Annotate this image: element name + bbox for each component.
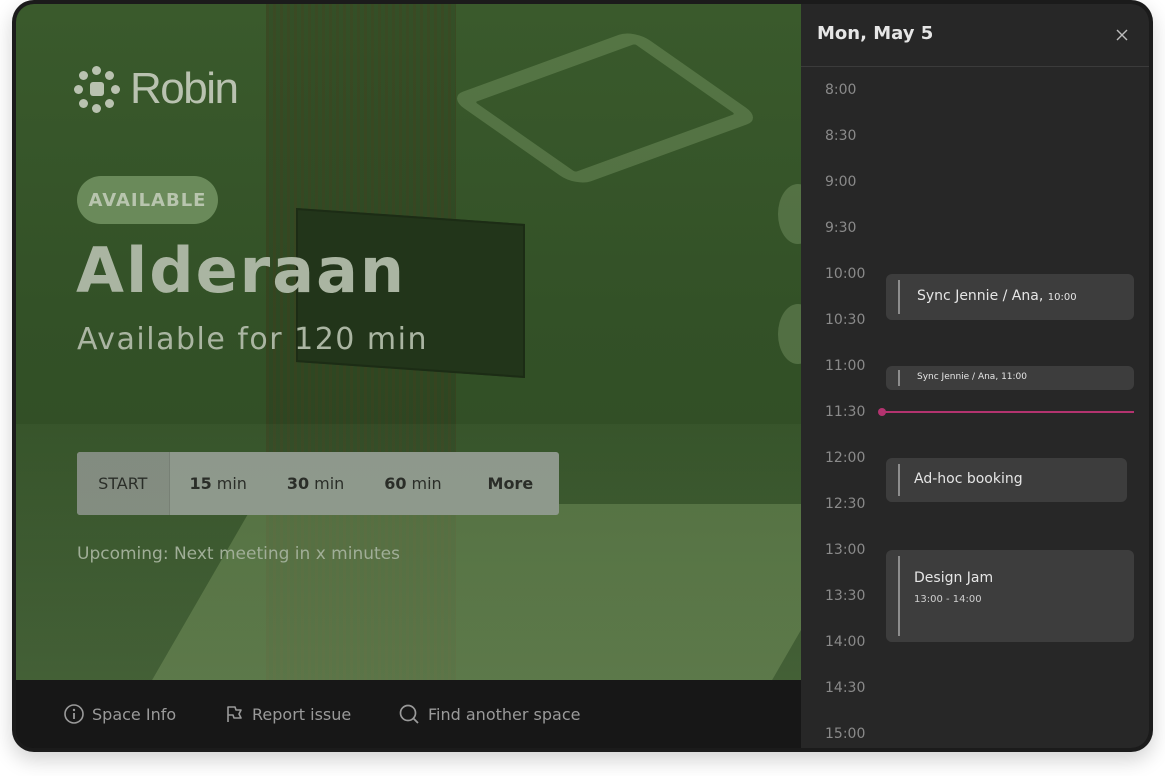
duration-value: 15: [189, 474, 212, 493]
event-time: 10:00: [1047, 292, 1077, 303]
more-button[interactable]: More: [462, 474, 559, 493]
find-space-button[interactable]: Find another space: [398, 680, 580, 748]
book-15-min-button[interactable]: 15 min: [170, 474, 267, 493]
event-time: 13:00 - 14:00: [914, 594, 982, 605]
footer-bar: Space Info Report issue Find another spa…: [16, 680, 801, 748]
time-label: 14:30: [825, 680, 866, 696]
room-name: Alderaan: [76, 234, 407, 307]
space-info-label: Space Info: [92, 704, 177, 724]
start-button[interactable]: START: [77, 452, 170, 515]
time-label: 11:00: [825, 358, 866, 374]
book-30-min-button[interactable]: 30 min: [267, 474, 364, 493]
book-60-min-button[interactable]: 60 min: [364, 474, 461, 493]
time-label: 12:00: [825, 450, 866, 466]
time-label: 10:00: [825, 266, 866, 282]
current-time-indicator: [881, 411, 1134, 413]
duration-unit: min: [314, 474, 345, 493]
time-label: 12:30: [825, 496, 866, 512]
schedule-header: Mon, May 5: [801, 4, 1149, 67]
status-badge: AVAILABLE: [77, 176, 218, 224]
event-title: Sync Jennie / Ana,: [917, 372, 999, 382]
device-frame: Robin AVAILABLE Alderaan Available for 1…: [12, 0, 1153, 752]
info-icon: [64, 704, 84, 724]
report-issue-label: Report issue: [252, 704, 352, 724]
background-table: [138, 504, 801, 680]
calendar-event[interactable]: Sync Jennie / Ana, 10:00: [886, 274, 1134, 320]
time-label: 14:00: [825, 634, 866, 650]
report-issue-button[interactable]: Report issue: [224, 680, 351, 748]
calendar-event[interactable]: Ad-hoc booking: [886, 458, 1127, 502]
time-label: 11:30: [825, 404, 866, 420]
event-time: 11:00: [1001, 372, 1027, 382]
time-label: 9:00: [825, 174, 857, 190]
time-label: 13:30: [825, 588, 866, 604]
duration-unit: min: [411, 474, 442, 493]
time-label: 15:00: [825, 726, 866, 742]
space-info-button[interactable]: Space Info: [64, 680, 176, 748]
event-title: Ad-hoc booking: [914, 471, 1023, 487]
robin-logo-icon: [74, 65, 120, 113]
background-lamp: [447, 29, 763, 187]
time-label: 8:00: [825, 82, 857, 98]
availability-text: Available for 120 min: [77, 322, 428, 357]
screen: Robin AVAILABLE Alderaan Available for 1…: [16, 4, 1149, 748]
time-label: 8:30: [825, 128, 857, 144]
time-label: 13:00: [825, 542, 866, 558]
robin-logo: Robin: [74, 64, 239, 114]
background-decor: [778, 304, 801, 364]
duration-unit: min: [216, 474, 247, 493]
event-title: Sync Jennie / Ana,: [917, 288, 1044, 304]
close-icon[interactable]: [1111, 24, 1133, 46]
duration-value: 30: [286, 474, 310, 493]
duration-value: 60: [384, 474, 407, 493]
upcoming-text: Upcoming: Next meeting in x minutes: [77, 544, 400, 564]
calendar-event[interactable]: Sync Jennie / Ana, 11:00: [886, 366, 1134, 390]
room-status-area: Robin AVAILABLE Alderaan Available for 1…: [16, 4, 801, 680]
event-title: Design Jam: [914, 570, 994, 586]
search-icon: [399, 704, 419, 724]
schedule-panel: Mon, May 5 8:00 8:30 9:00 9:30 10:00 10:…: [801, 4, 1149, 748]
calendar-event[interactable]: Design Jam 13:00 - 14:00: [886, 550, 1134, 642]
find-space-label: Find another space: [428, 704, 581, 724]
flag-icon: [227, 706, 242, 722]
time-label: 10:30: [825, 312, 866, 328]
background-decor: [778, 184, 801, 244]
booking-button-bar: START 15 min 30 min 60 min More: [77, 452, 559, 515]
time-label: 9:30: [825, 220, 857, 236]
brand-name: Robin: [130, 64, 239, 113]
schedule-date: Mon, May 5: [817, 23, 934, 44]
